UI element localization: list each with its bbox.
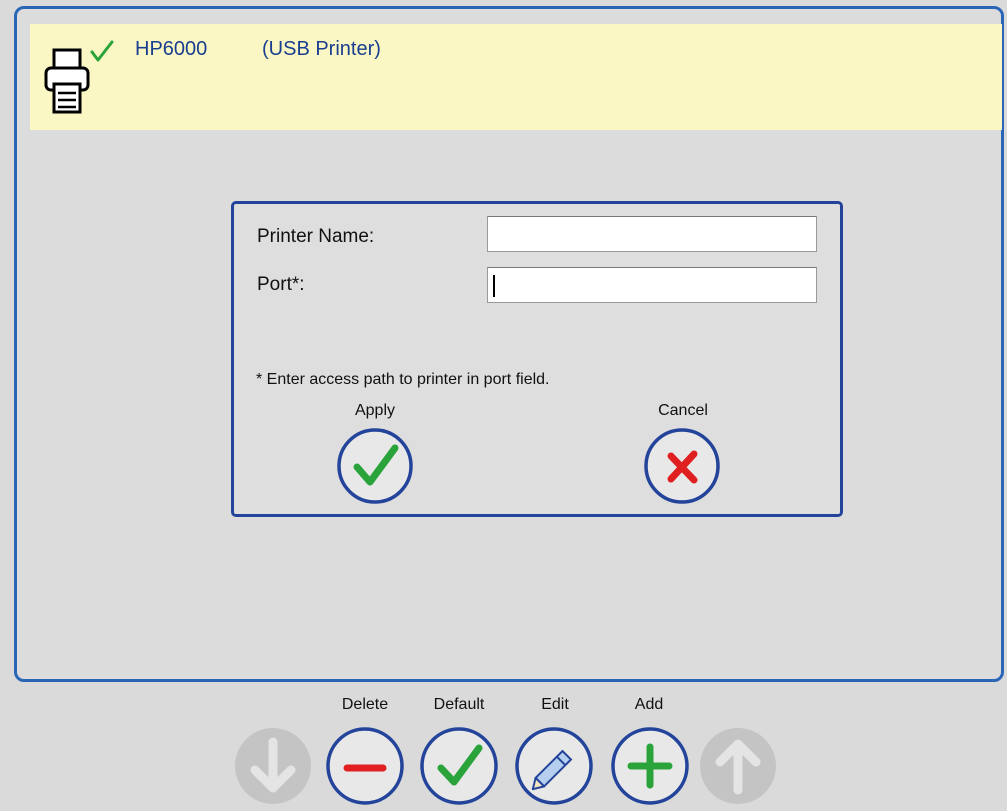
- cancel-button[interactable]: [642, 426, 722, 506]
- cancel-label: Cancel: [658, 402, 708, 419]
- delete-label: Delete: [341, 696, 389, 713]
- edit-button[interactable]: [512, 724, 596, 808]
- text-caret: [493, 275, 495, 297]
- printer-settings-window: HP6000 (USB Printer) Printer Name: Port*…: [0, 0, 1007, 811]
- printer-type: (USB Printer): [262, 38, 381, 60]
- move-up-button[interactable]: [696, 724, 780, 808]
- port-label: Port*:: [257, 274, 305, 295]
- port-help-note: * Enter access path to printer in port f…: [256, 371, 550, 388]
- default-button[interactable]: [417, 724, 501, 808]
- printer-icon: [44, 40, 114, 114]
- default-label: Default: [433, 696, 485, 713]
- edit-label: Edit: [541, 696, 569, 713]
- move-down-button[interactable]: [231, 724, 315, 808]
- add-label: Add: [634, 696, 664, 713]
- printer-name-input[interactable]: [487, 216, 817, 252]
- printer-name-label: Printer Name:: [257, 226, 375, 247]
- add-button[interactable]: [608, 724, 692, 808]
- port-input[interactable]: [487, 267, 817, 303]
- apply-label: Apply: [354, 402, 396, 419]
- apply-button[interactable]: [335, 426, 415, 506]
- printer-name: HP6000: [135, 38, 208, 60]
- delete-button[interactable]: [323, 724, 407, 808]
- default-check-icon: [90, 40, 114, 62]
